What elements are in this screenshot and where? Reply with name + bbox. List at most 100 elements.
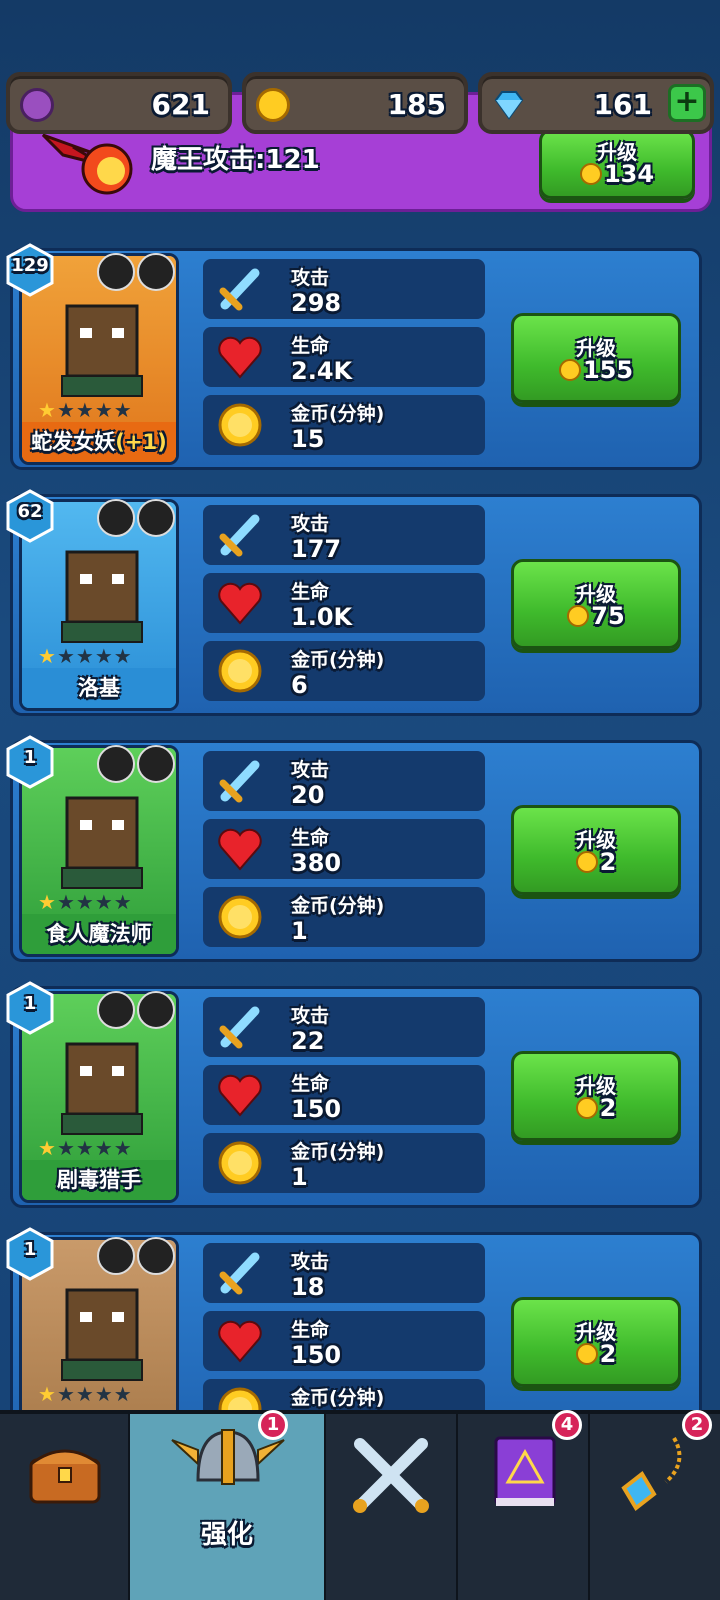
gold-per-minute-label: 金币(分钟) [291, 895, 385, 917]
life-label: 生命 [291, 335, 330, 357]
level-hexagon-icon [6, 981, 54, 1035]
upgrade-cost: 2 [599, 848, 617, 876]
nav-tab-upgrade[interactable]: 强化 1 [130, 1410, 326, 1600]
star-rating: ★★★★★ [38, 398, 133, 422]
upgrade-cost-row: 2 [514, 848, 678, 876]
hero-card: ★★★★★ 剧毒猎手 1 攻击 22 生命 150 金币(分钟) 1 升级 2 [6, 981, 702, 1208]
attack-value: 22 [291, 1027, 325, 1055]
chest-icon [29, 1449, 101, 1504]
life-label: 生命 [291, 1073, 330, 1095]
hero-name-bonus: (+1) [115, 430, 167, 454]
sword-icon [219, 1252, 260, 1295]
coin-icon [558, 359, 581, 381]
upgrade-button[interactable]: 升级 2 [511, 1051, 681, 1141]
nav-tab-battle[interactable] [326, 1414, 458, 1600]
life-stat: 生命 150 [203, 1065, 485, 1125]
life-stat: 生命 1.0K [203, 573, 485, 633]
life-stat: 生命 2.4K [203, 327, 485, 387]
gold-per-minute-value: 1 [291, 1163, 308, 1191]
amulet-icon [621, 1436, 682, 1511]
purple-currency-value: 621 [151, 88, 210, 121]
boss-upgrade-cost-row: 134 [542, 160, 692, 188]
attack-label: 攻击 [291, 759, 330, 781]
life-stat: 生命 150 [203, 1311, 485, 1371]
attack-value: 177 [291, 535, 342, 563]
hero-name: 剧毒猎手 [22, 1160, 176, 1200]
star-icon: ★ [94, 644, 114, 668]
upgrade-button[interactable]: 升级 155 [511, 313, 681, 403]
gold-coin-icon [218, 1141, 262, 1185]
upgrade-cost: 75 [591, 602, 625, 630]
upgrade-button[interactable]: 升级 2 [511, 1297, 681, 1387]
star-icon: ★ [56, 1136, 76, 1160]
life-value: 2.4K [291, 357, 353, 385]
gold-stat: 金币(分钟) 6 [203, 641, 485, 701]
add-gems-button[interactable]: + [668, 84, 706, 122]
star-icon: ★ [113, 1136, 133, 1160]
upgrade-cost: 2 [599, 1340, 617, 1368]
gold-stat: 金币(分钟) 1 [203, 887, 485, 947]
star-icon: ★ [113, 398, 133, 422]
element-badge-icon [137, 745, 175, 783]
upgrade-cost-row: 2 [514, 1094, 678, 1122]
life-value: 150 [291, 1095, 342, 1123]
upgrade-button[interactable]: 升级 75 [511, 559, 681, 649]
sword-icon [219, 760, 260, 803]
class-badge-icon [97, 499, 135, 537]
diamond-icon [494, 91, 524, 120]
hero-name: 蛇发女妖(+1) [22, 422, 176, 462]
swords-icon [353, 1438, 429, 1513]
element-badge-icon [137, 499, 175, 537]
star-icon: ★ [38, 1136, 57, 1160]
sword-icon [219, 1006, 260, 1049]
hero-name-text: 蛇发女妖 [31, 430, 116, 454]
nav-tab-equipment[interactable]: 2 [590, 1410, 720, 1600]
star-rating: ★★★★★ [38, 890, 133, 914]
class-badge-icon [97, 991, 135, 1029]
heart-icon [218, 1074, 262, 1117]
gold-coin-icon [218, 649, 262, 693]
hero-name: 食人魔法师 [22, 914, 176, 954]
boss-upgrade-button[interactable]: 升级 134 [539, 129, 695, 199]
attack-stat: 攻击 18 [203, 1243, 485, 1303]
class-badge-icon [97, 253, 135, 291]
level-hexagon-icon [6, 489, 54, 543]
attack-stat: 攻击 20 [203, 751, 485, 811]
star-rating: ★★★★★ [38, 1382, 133, 1406]
star-icon: ★ [56, 644, 76, 668]
sword-icon [219, 268, 260, 311]
hero-card: ★★★★★ 洛基 62 攻击 177 生命 1.0K 金币(分钟) 6 升级 7… [6, 489, 702, 716]
star-icon: ★ [94, 398, 114, 422]
upgrade-cost-row: 155 [514, 356, 678, 384]
nav-tab-chest[interactable] [0, 1414, 130, 1600]
element-badge-icon [137, 253, 175, 291]
life-stat: 生命 380 [203, 819, 485, 879]
star-icon: ★ [75, 1136, 95, 1160]
star-icon: ★ [38, 644, 57, 668]
star-icon: ★ [56, 890, 76, 914]
spellbook-icon [494, 1436, 556, 1506]
hero-name-text: 剧毒猎手 [57, 1168, 141, 1192]
coin-icon [575, 851, 598, 873]
spellbook-notification-badge: 4 [552, 1410, 582, 1440]
fireball-icon [41, 133, 133, 195]
level-hexagon-icon [6, 1227, 54, 1281]
upgrade-button[interactable]: 升级 2 [511, 805, 681, 895]
gold-per-minute-label: 金币(分钟) [291, 1387, 385, 1409]
star-icon: ★ [38, 1382, 57, 1406]
star-icon: ★ [113, 644, 133, 668]
attack-label: 攻击 [291, 1251, 330, 1273]
attack-stat: 攻击 22 [203, 997, 485, 1057]
life-value: 380 [291, 849, 342, 877]
gold-coin-icon [218, 403, 262, 447]
coin-icon [567, 605, 590, 627]
gold-per-minute-label: 金币(分钟) [291, 1141, 385, 1163]
hero-name: 洛基 [22, 668, 176, 708]
nav-tab-spellbook[interactable]: 4 [458, 1410, 590, 1600]
level-hexagon-icon [6, 243, 54, 297]
star-icon: ★ [38, 398, 57, 422]
element-badge-icon [137, 1237, 175, 1275]
class-badge-icon [97, 745, 135, 783]
coin-icon [579, 163, 602, 185]
upgrade-notification-badge: 1 [258, 1410, 288, 1440]
